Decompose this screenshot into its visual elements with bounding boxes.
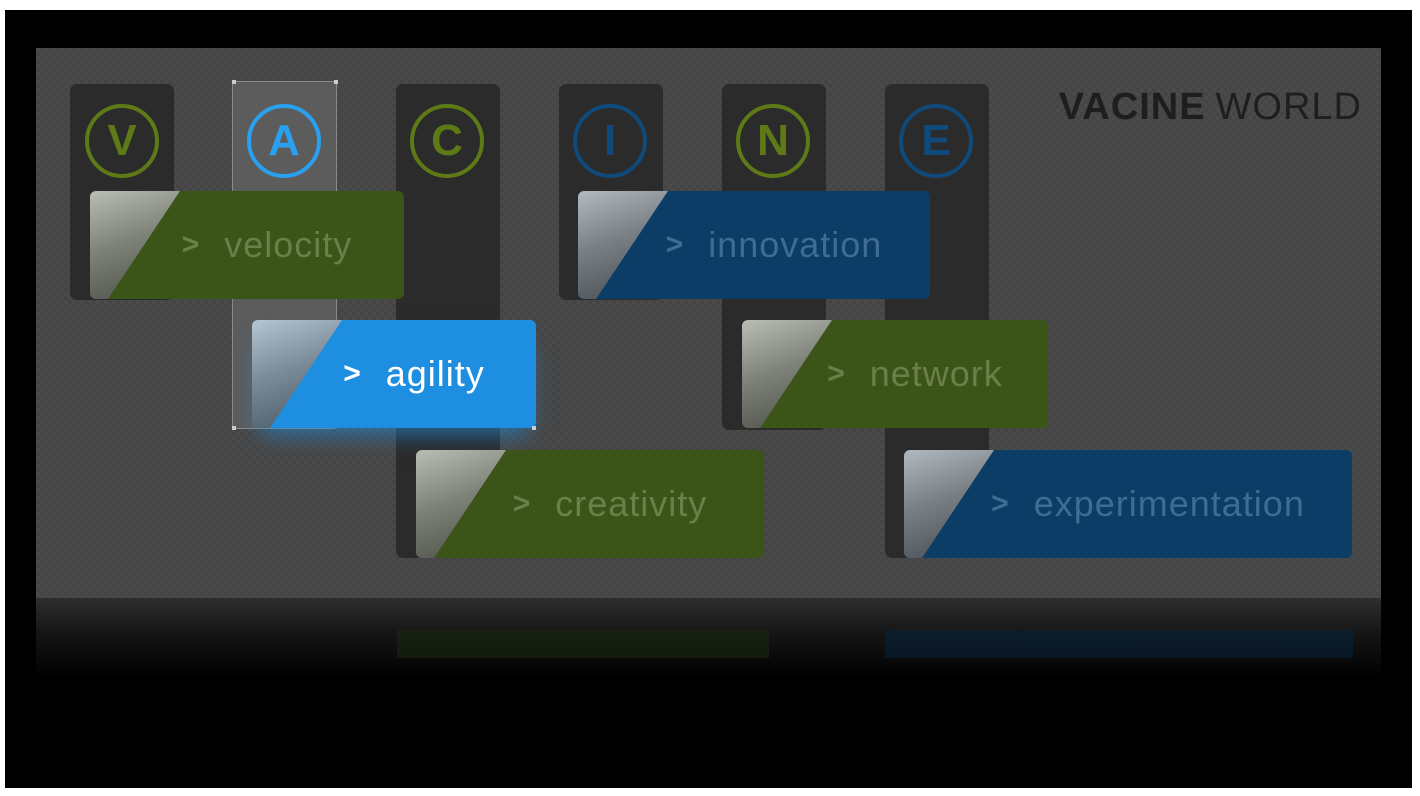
brand-bold: VACINE <box>1058 86 1206 128</box>
tag-agility[interactable]: > agility <box>252 320 536 428</box>
tag-text: velocity <box>224 224 353 265</box>
tag-label: > innovation <box>578 191 930 299</box>
tag-label: > network <box>742 320 1048 428</box>
letter-badge-e[interactable]: E <box>899 104 973 178</box>
tag-velocity[interactable]: > velocity <box>90 191 404 299</box>
tag-text: agility <box>385 353 485 394</box>
tag-innovation[interactable]: > innovation <box>578 191 930 299</box>
tag-label: > agility <box>252 320 536 428</box>
tag-text: network <box>869 353 1003 394</box>
tag-label: > experimentation <box>904 450 1352 558</box>
letter-badge-a[interactable]: A <box>247 104 321 178</box>
tag-text: innovation <box>708 224 883 265</box>
tag-text: experimentation <box>1033 483 1305 524</box>
tag-experimentation[interactable]: > experimentation <box>904 450 1352 558</box>
chevron-right-icon: > <box>665 228 685 261</box>
selection-handle[interactable] <box>232 80 236 84</box>
letter-badge-i[interactable]: I <box>573 104 647 178</box>
tag-label: > creativity <box>416 450 764 558</box>
brand-title: VACINE WORLD <box>1059 88 1362 126</box>
chevron-right-icon: > <box>827 357 846 390</box>
tag-text: creativity <box>555 483 708 524</box>
creativity-reflection <box>397 630 769 658</box>
experimentation-reflection <box>885 630 1353 658</box>
selection-handle[interactable] <box>532 426 536 430</box>
selection-handle[interactable] <box>232 426 236 430</box>
selection-handle[interactable] <box>334 80 338 84</box>
chevron-right-icon: > <box>512 487 532 520</box>
chevron-right-icon: > <box>343 357 362 390</box>
tag-network[interactable]: > network <box>742 320 1048 428</box>
tag-label: > velocity <box>90 191 404 299</box>
tag-creativity[interactable]: > creativity <box>416 450 764 558</box>
chevron-right-icon: > <box>991 487 1010 520</box>
chevron-right-icon: > <box>181 228 201 261</box>
letter-badge-v[interactable]: V <box>85 104 159 178</box>
brand-light: WORLD <box>1215 86 1362 128</box>
letter-badge-c[interactable]: C <box>410 104 484 178</box>
letter-badge-n[interactable]: N <box>736 104 810 178</box>
